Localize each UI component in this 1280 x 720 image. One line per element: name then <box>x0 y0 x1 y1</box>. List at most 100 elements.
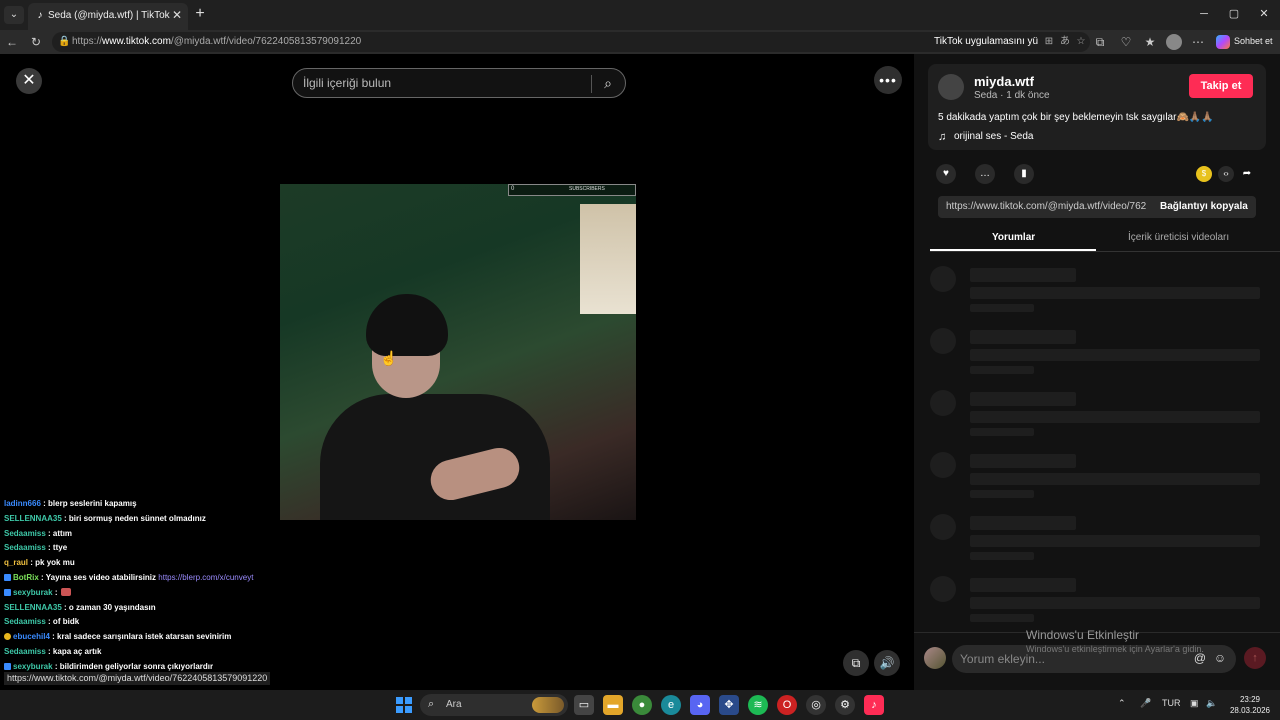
emoji-icon[interactable]: ☺ <box>1212 650 1228 666</box>
author-avatar[interactable] <box>938 74 964 100</box>
profile-avatar-icon[interactable] <box>1166 34 1182 50</box>
chat-text: : o zaman 30 yaşındasın <box>64 602 156 612</box>
edge-icon[interactable]: e <box>661 695 681 715</box>
hand-cursor-icon: ☝ <box>380 350 398 366</box>
chat-badge-icon <box>4 574 11 581</box>
app-icon[interactable]: ◎ <box>806 695 826 715</box>
chat-text: : kapa aç artık <box>48 647 102 656</box>
taskbar-search[interactable]: ⌕ Ara <box>420 694 568 716</box>
spotify-icon[interactable]: ≋ <box>748 695 768 715</box>
search-divider <box>591 75 592 93</box>
embed-code-icon[interactable]: ‹› <box>1218 166 1234 182</box>
settings-more-icon[interactable]: ⋯ <box>1190 34 1206 50</box>
tab-comments[interactable]: Yorumlar <box>992 232 1035 243</box>
volume-icon[interactable]: 🔈 <box>1206 698 1217 709</box>
subscriber-label: SUBSCRIBERS <box>569 186 605 192</box>
chat-username: ebucehil4 <box>13 632 50 642</box>
chat-badge-icon <box>4 633 11 641</box>
comment-skeleton <box>928 266 1266 324</box>
volume-icon[interactable]: 🔊 <box>874 650 900 676</box>
comment-icon[interactable]: … <box>975 164 995 184</box>
chat-message: Sedaamiss : of bidk <box>4 617 79 626</box>
show-hidden-icons-icon[interactable]: ⌃ <box>1118 698 1126 709</box>
network-icon[interactable]: ▣ <box>1190 698 1199 709</box>
steam-icon[interactable]: ⚙ <box>835 695 855 715</box>
post-comment-icon[interactable]: ↑ <box>1244 647 1266 669</box>
close-window-button[interactable]: ✕ <box>1254 6 1274 22</box>
bookmark-icon[interactable]: ▮ <box>1014 164 1034 184</box>
chat-message: Sedaamiss : attım <box>4 529 72 538</box>
windows-activation-subtitle: Windows'u etkinleştirmek için Ayarlar'a … <box>1026 644 1204 654</box>
open-in-app-prompt[interactable]: TikTok uygulamasını yü <box>934 36 1038 47</box>
video-caption: 5 dakikada yaptım çok bir şey beklemeyin… <box>938 112 1214 123</box>
taskbar-clock[interactable]: 23:29 28.03.2026 <box>1228 694 1272 716</box>
translate-icon[interactable]: あ <box>1058 35 1072 49</box>
like-heart-icon[interactable]: ♥ <box>936 164 956 184</box>
tiktok-favicon-icon: ♪ <box>37 10 43 21</box>
tab-creator-videos[interactable]: İçerik üreticisi videoları <box>1128 232 1229 243</box>
follow-button[interactable]: Takip et <box>1189 74 1253 98</box>
music-note-icon: ♫ <box>938 131 947 143</box>
chat-message: BotRix : Yayına ses video atabilirsiniz … <box>4 573 253 582</box>
coin-icon[interactable]: $ <box>1196 166 1212 182</box>
search-icon[interactable]: ⌕ <box>599 74 617 92</box>
chat-username: SELLENNAA35 <box>4 513 62 523</box>
address-bar[interactable]: 🔒 https://www.tiktok.com/@miyda.wtf/vide… <box>52 32 1090 52</box>
author-username[interactable]: miyda.wtf <box>974 74 1034 89</box>
video-subscriber-overlay: 0 SUBSCRIBERS <box>508 184 636 196</box>
chat-link[interactable]: https://blerp.com/x/cunveyt <box>158 573 253 582</box>
chrome-icon[interactable]: ● <box>632 695 652 715</box>
more-options-icon[interactable]: ••• <box>874 66 902 94</box>
chat-badge-icon <box>4 662 11 670</box>
comment-skeleton <box>928 514 1266 572</box>
tab-actions-menu-icon[interactable]: ⌄ <box>4 6 24 24</box>
browser-toolbar: ← ↻ 🔒 https://www.tiktok.com/@miyda.wtf/… <box>0 30 1280 54</box>
video-player[interactable]: 0 SUBSCRIBERS ☝ <box>280 184 636 520</box>
opera-icon[interactable]: O <box>777 695 797 715</box>
maximize-window-button[interactable]: ▢ <box>1224 6 1244 22</box>
back-arrow-icon[interactable]: ← <box>4 34 20 50</box>
copy-link-button[interactable]: Bağlantıyı kopyala <box>1160 201 1248 212</box>
copilot-button[interactable]: Sohbet et <box>1214 33 1278 51</box>
app-available-icon[interactable]: ⊞ <box>1042 35 1056 49</box>
author-card: miyda.wtf Seda · 1 dk önce Takip et 5 da… <box>928 64 1266 150</box>
share-arrow-icon[interactable]: ➦ <box>1239 166 1255 182</box>
favorite-star-icon[interactable]: ☆ <box>1074 35 1088 49</box>
chat-message: ebucehil4 : kral sadece sarışınlara iste… <box>4 632 231 641</box>
chat-message: ladinn666 : blerp seslerini kapamış <box>4 499 137 508</box>
tiktok-icon[interactable]: ♪ <box>864 695 884 715</box>
tab-close-icon[interactable]: ✕ <box>170 8 184 22</box>
chat-emote-icon <box>60 587 71 596</box>
app-icon[interactable]: ✥ <box>719 695 739 715</box>
windows-start-icon[interactable] <box>396 697 412 713</box>
discord-icon[interactable]: ◕ <box>690 695 710 715</box>
floating-player-icon[interactable]: ⧉ <box>843 650 869 676</box>
chat-text: : pk yok mu <box>30 558 75 568</box>
share-link-box: https://www.tiktok.com/@miyda.wtf/video/… <box>938 196 1256 218</box>
browser-tab-active[interactable]: ♪ Seda (@miyda.wtf) | TikTok ✕ <box>28 3 188 30</box>
input-language[interactable]: TUR <box>1162 698 1181 708</box>
chat-text: : bildirimden geliyorlar sonra çıkıyorla… <box>54 661 214 671</box>
chat-message: sexyburak : bildirimden geliyorlar sonra… <box>4 662 213 671</box>
task-view-icon[interactable]: ▭ <box>574 695 594 715</box>
chat-message: SELLENNAA35 : biri sormuş neden sünnet o… <box>4 514 206 523</box>
chat-text: : Yayına ses video atabilirsiniz <box>41 573 157 582</box>
favorites-icon[interactable]: ★ <box>1142 34 1158 50</box>
minimize-window-button[interactable]: ─ <box>1194 6 1214 22</box>
site-info-icon[interactable]: 🔒 <box>58 35 70 49</box>
search-input[interactable]: İlgili içeriği bulun ⌕ <box>292 68 626 98</box>
refresh-icon[interactable]: ↻ <box>28 34 44 50</box>
chat-username: BotRix <box>13 573 39 582</box>
microphone-icon[interactable]: 🎤 <box>1140 698 1151 709</box>
close-video-icon[interactable]: ✕ <box>16 68 42 94</box>
chat-username: sexyburak <box>13 661 53 671</box>
chat-username: Sedaamiss <box>4 543 46 553</box>
chat-username: Sedaamiss <box>4 647 46 656</box>
extensions-icon[interactable]: ⧉ <box>1092 34 1108 50</box>
new-tab-button[interactable]: + <box>192 6 208 22</box>
browser-essentials-icon[interactable]: ♡ <box>1118 34 1134 50</box>
file-explorer-icon[interactable]: ▬ <box>603 695 623 715</box>
music-label[interactable]: orijinal ses - Seda <box>954 131 1033 142</box>
comment-skeleton <box>928 390 1266 448</box>
panel-tabs: Yorumlar İçerik üreticisi videoları <box>930 228 1280 252</box>
